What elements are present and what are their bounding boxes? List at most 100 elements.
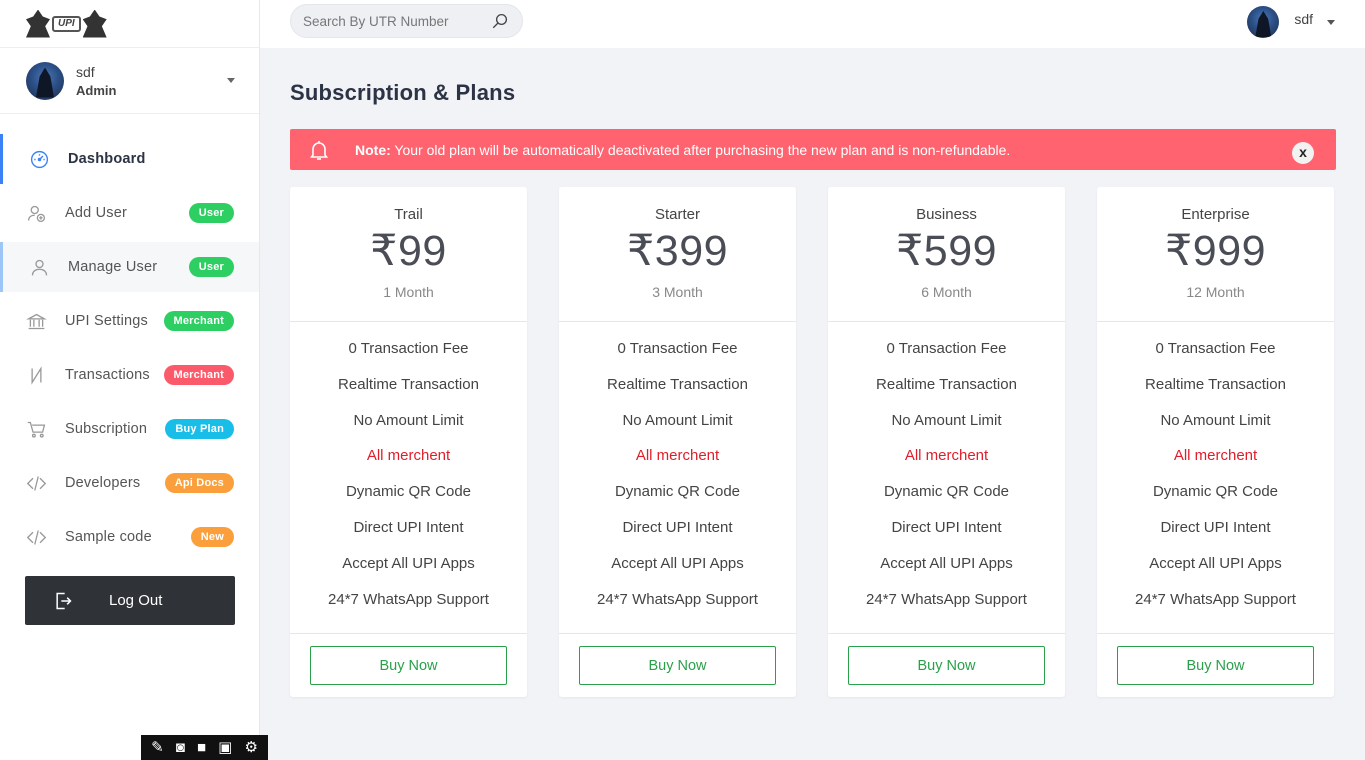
plan-feature: Accept All UPI Apps <box>342 554 475 572</box>
plans-grid: Trail ₹99 1 Month 0 Transaction Fee Realt… <box>290 187 1336 697</box>
plan-feature: 24*7 WhatsApp Support <box>866 590 1027 608</box>
plan-header: Enterprise ₹999 12 Month <box>1097 187 1334 322</box>
window-icon[interactable]: ▣ <box>218 740 232 755</box>
sidebar-item-label: UPI Settings <box>65 313 148 329</box>
sidebar-item-label: Subscription <box>65 421 148 437</box>
buy-now-button[interactable]: Buy Now <box>848 646 1045 685</box>
plan-price: ₹599 <box>895 227 998 275</box>
plan-duration: 1 Month <box>383 284 434 300</box>
plan-price: ₹399 <box>626 227 729 275</box>
sidebar-item-dashboard[interactable]: Dashboard <box>0 134 259 184</box>
user-name: sdf <box>76 63 95 80</box>
sidebar-item-manage-user[interactable]: Manage User User <box>0 242 259 292</box>
plan-feature: 0 Transaction Fee <box>348 340 469 357</box>
plan-features: 0 Transaction Fee Realtime Transaction No … <box>828 322 1065 634</box>
plan-price: ₹999 <box>1164 227 1267 275</box>
status-badge: Merchant <box>163 365 234 385</box>
avatar <box>26 61 64 100</box>
plan-features: 0 Transaction Fee Realtime Transaction No … <box>559 322 796 634</box>
chevron-down-icon[interactable] <box>227 78 235 83</box>
logo-area: UPI <box>0 0 259 48</box>
header-user-menu[interactable]: sdf <box>1247 6 1335 38</box>
plan-name: Enterprise <box>1181 206 1250 223</box>
plan-feature: All merchent <box>635 447 720 465</box>
chevron-down-icon[interactable] <box>1327 19 1335 25</box>
gear-icon[interactable]: ⚙ <box>244 740 257 755</box>
main-content: Subscription & Plans Note: Your old plan… <box>290 48 1336 697</box>
search-icon[interactable] <box>491 12 509 30</box>
alert-text: Your old plan will be automatically deac… <box>390 141 1011 158</box>
video-icon[interactable]: ■ <box>197 740 206 755</box>
plan-card: Enterprise ₹999 12 Month 0 Transaction F… <box>1097 187 1334 697</box>
sidebar-item-label: Sample code <box>65 529 152 545</box>
sidebar-item-transactions[interactable]: Transactions Merchant <box>0 350 259 400</box>
plan-feature: Direct UPI Intent <box>353 518 464 536</box>
plan-feature: Dynamic QR Code <box>883 483 1010 501</box>
code-icon <box>25 526 47 548</box>
plan-name: Trail <box>394 206 423 223</box>
plan-feature: No Amount Limit <box>891 411 1002 429</box>
plan-feature: Direct UPI Intent <box>622 518 733 536</box>
user-role: Admin <box>76 82 117 98</box>
search-input[interactable] <box>303 5 488 37</box>
plan-feature: Direct UPI Intent <box>1160 518 1271 536</box>
bank-icon <box>25 310 47 332</box>
plan-header: Business ₹599 6 Month <box>828 187 1065 322</box>
plan-feature: No Amount Limit <box>1160 411 1271 429</box>
sidebar-item-label: Add User <box>65 205 128 221</box>
status-badge: New <box>190 527 234 547</box>
plan-price: ₹99 <box>370 227 447 275</box>
sidebar-item-subscription[interactable]: Subscription Buy Plan <box>0 404 259 454</box>
top-bar: sdf <box>260 0 1365 48</box>
plan-duration: 12 Month <box>1186 284 1245 300</box>
buy-now-button[interactable]: Buy Now <box>1117 646 1314 685</box>
plan-card: Business ₹599 6 Month 0 Transaction Fee R… <box>828 187 1065 697</box>
add-user-icon <box>25 202 47 224</box>
logout-icon <box>56 592 72 609</box>
sidebar-nav: Dashboard Add User User Manage User User… <box>0 114 259 562</box>
bell-icon <box>309 140 329 160</box>
buy-now-button[interactable]: Buy Now <box>310 646 507 685</box>
sidebar-item-add-user[interactable]: Add User User <box>0 188 259 238</box>
alert-strong: Note: <box>355 141 391 158</box>
plan-feature: 0 Transaction Fee <box>617 340 738 357</box>
plan-header: Starter ₹399 3 Month <box>559 187 796 322</box>
plan-feature: Direct UPI Intent <box>891 518 1002 536</box>
cart-icon <box>25 418 47 440</box>
plan-feature: Dynamic QR Code <box>345 483 472 501</box>
alert-banner: Note: Your old plan will be automaticall… <box>290 129 1336 170</box>
plan-feature: 24*7 WhatsApp Support <box>1135 590 1296 608</box>
plan-feature: Realtime Transaction <box>876 375 1017 393</box>
logout-button[interactable]: Log Out <box>25 576 235 625</box>
sidebar: UPI sdf Admin Dashboard Add User User Ma… <box>0 0 260 760</box>
plan-feature: All merchent <box>366 447 451 465</box>
buy-now-button[interactable]: Buy Now <box>579 646 776 685</box>
alert-message: Note: Your old plan will be automaticall… <box>355 142 1010 158</box>
logout-label: Log Out <box>109 592 163 609</box>
plan-footer: Buy Now <box>559 634 796 685</box>
sidebar-user-profile[interactable]: sdf Admin <box>0 48 259 114</box>
header-user-name: sdf <box>1294 11 1313 27</box>
pin-icon[interactable]: ✎ <box>151 740 164 755</box>
plan-features: 0 Transaction Fee Realtime Transaction No … <box>290 322 527 634</box>
camera-icon[interactable]: ◙ <box>176 740 185 755</box>
plan-name: Starter <box>654 206 700 223</box>
sidebar-item-sample-code[interactable]: Sample code New <box>0 512 259 562</box>
app-logo[interactable]: UPI <box>26 9 107 38</box>
plan-feature: 0 Transaction Fee <box>1155 340 1276 357</box>
deity-icon <box>26 9 50 38</box>
plan-footer: Buy Now <box>290 634 527 685</box>
plan-card: Trail ₹99 1 Month 0 Transaction Fee Realt… <box>290 187 527 697</box>
rupee-icon <box>25 364 47 386</box>
plan-duration: 6 Month <box>921 284 972 300</box>
status-badge: Buy Plan <box>165 419 234 439</box>
plan-feature: Realtime Transaction <box>1145 375 1286 393</box>
status-badge: Merchant <box>163 311 234 331</box>
search-box <box>290 4 523 38</box>
plan-card: Starter ₹399 3 Month 0 Transaction Fee Re… <box>559 187 796 697</box>
close-button[interactable]: x <box>1292 142 1314 164</box>
code-icon <box>25 472 47 494</box>
sidebar-item-developers[interactable]: Developers Api Docs <box>0 458 259 508</box>
sidebar-item-upi-settings[interactable]: UPI Settings Merchant <box>0 296 259 346</box>
plan-feature: Accept All UPI Apps <box>880 554 1013 572</box>
